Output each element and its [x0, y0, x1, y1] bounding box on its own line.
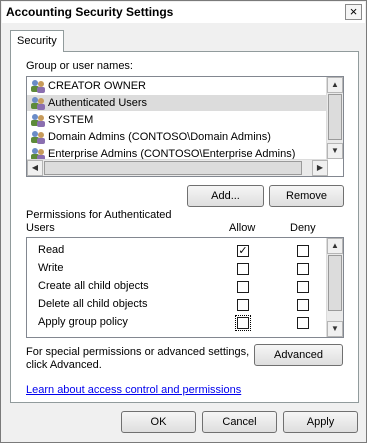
advanced-hint-line1: For special permissions or advanced sett…: [26, 346, 250, 358]
write-deny-checkbox[interactable]: [297, 263, 309, 275]
list-item-label: Authenticated Users: [48, 97, 148, 109]
close-button[interactable]: ×: [345, 4, 362, 20]
permission-name: Create all child objects: [38, 280, 149, 292]
group-icon: [31, 80, 45, 93]
ok-button[interactable]: OK: [121, 411, 196, 433]
scroll-up-icon[interactable]: ▲: [327, 238, 343, 254]
scroll-right-icon[interactable]: ▶: [312, 160, 328, 176]
read-deny-checkbox[interactable]: [297, 245, 309, 257]
group-icon: [31, 114, 45, 127]
group-list-label: Group or user names:: [26, 60, 133, 72]
delete-child-allow-checkbox[interactable]: [237, 299, 249, 311]
create-child-allow-checkbox[interactable]: [237, 281, 249, 293]
permission-row-create-child: Create all child objects: [27, 278, 328, 296]
cancel-button[interactable]: Cancel: [202, 411, 277, 433]
allow-column-header: Allow: [229, 222, 256, 234]
list-item-system[interactable]: SYSTEM: [27, 112, 328, 128]
read-allow-checkbox[interactable]: ✓: [237, 245, 249, 257]
permissions-vertical-scrollbar[interactable]: ▲ ▼: [326, 238, 343, 337]
advanced-hint-line2: click Advanced.: [26, 359, 102, 371]
horizontal-scroll-thumb[interactable]: [44, 161, 302, 175]
scroll-down-icon[interactable]: ▼: [327, 321, 343, 337]
group-list-vertical-scrollbar[interactable]: ▲ ▼: [326, 77, 343, 159]
write-allow-checkbox[interactable]: [237, 263, 249, 275]
permission-name: Read: [38, 244, 65, 256]
apply-group-policy-allow-checkbox[interactable]: [235, 315, 251, 331]
title-bar: Accounting Security Settings ×: [2, 2, 365, 23]
group-user-listbox[interactable]: CREATOR OWNER Authenticated Users SYSTEM…: [26, 76, 344, 177]
scroll-thumb[interactable]: [328, 255, 342, 311]
permission-row-write: Write: [27, 260, 328, 278]
permission-name: Apply group policy: [38, 316, 128, 328]
permission-row-apply-group-policy: Apply group policy: [27, 314, 328, 332]
list-item-label: Domain Admins (CONTOSO\Domain Admins): [48, 131, 271, 143]
remove-button[interactable]: Remove: [269, 185, 344, 207]
add-button[interactable]: Add...: [187, 185, 264, 207]
permissions-label-line2: Users: [26, 222, 55, 234]
group-list-horizontal-scrollbar[interactable]: ◀ ▶: [27, 159, 328, 176]
group-icon: [31, 131, 45, 144]
list-item-domain-admins[interactable]: Domain Admins (CONTOSO\Domain Admins): [27, 129, 328, 145]
permission-row-read: Read ✓: [27, 242, 328, 260]
list-item-label: SYSTEM: [48, 114, 94, 126]
list-item-authenticated-users[interactable]: Authenticated Users: [27, 95, 328, 111]
scroll-up-icon[interactable]: ▲: [327, 77, 343, 93]
deny-column-header: Deny: [290, 222, 316, 234]
tab-security[interactable]: Security: [10, 30, 64, 52]
permission-name: Delete all child objects: [38, 298, 148, 310]
delete-child-deny-checkbox[interactable]: [297, 299, 309, 311]
security-settings-dialog: Accounting Security Settings × Security …: [0, 0, 367, 443]
create-child-deny-checkbox[interactable]: [297, 281, 309, 293]
scroll-left-icon[interactable]: ◀: [27, 160, 43, 176]
group-icon: [31, 97, 45, 110]
list-item-label: CREATOR OWNER: [48, 80, 146, 92]
permissions-label-line1: Permissions for Authenticated: [26, 209, 172, 221]
apply-button[interactable]: Apply: [283, 411, 358, 433]
permissions-list: Read ✓ Write Create all child objects De…: [26, 237, 344, 338]
apply-group-policy-deny-checkbox[interactable]: [297, 317, 309, 329]
scroll-down-icon[interactable]: ▼: [327, 143, 343, 159]
advanced-button[interactable]: Advanced: [254, 344, 343, 366]
list-item-creator-owner[interactable]: CREATOR OWNER: [27, 78, 328, 94]
scroll-thumb[interactable]: [328, 94, 342, 140]
help-link[interactable]: Learn about access control and permissio…: [26, 384, 241, 396]
window-title: Accounting Security Settings: [6, 5, 174, 19]
permission-row-delete-child: Delete all child objects: [27, 296, 328, 314]
permission-name: Write: [38, 262, 64, 274]
